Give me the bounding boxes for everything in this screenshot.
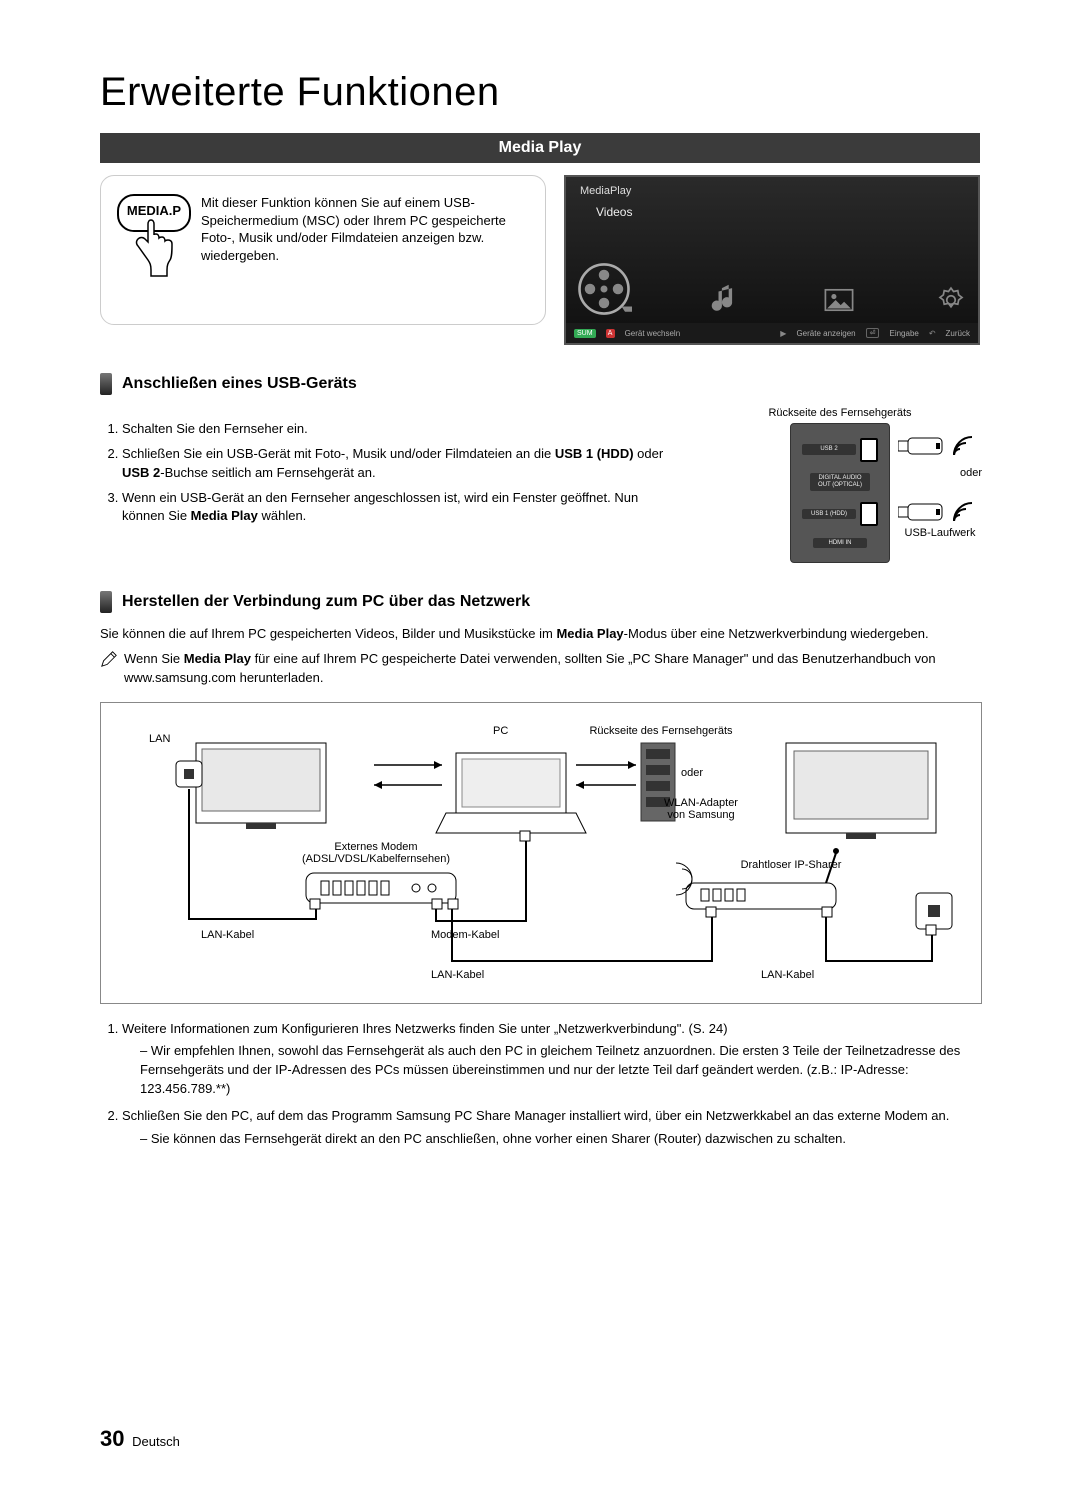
port-usb2-label: USB 2 [802, 444, 856, 455]
port-usb1-label: USB 1 (HDD) [802, 509, 856, 520]
rear-panel-diagram: Rückseite des Fernsehgeräts USB 2 DIGITA… [700, 407, 980, 563]
footer-step-1-sub-1: Wir empfehlen Ihnen, sowohl das Fernsehg… [140, 1042, 980, 1099]
diag-tv-rear-label: Rückseite des Fernsehgeräts [581, 725, 741, 737]
diag-lan-cable-3: LAN-Kabel [761, 969, 814, 981]
page-number: 30 Deutsch [100, 1426, 180, 1452]
footer-step-2: Schließen Sie den PC, auf dem das Progra… [122, 1107, 980, 1149]
page-title: Erweiterte Funktionen [100, 70, 980, 115]
a-button-badge: A [606, 329, 615, 338]
subhead-network: Herstellen der Verbindung zum PC über da… [100, 591, 980, 613]
wifi-arcs-icon [952, 501, 974, 523]
footer-step-2-sub-1: Sie können das Fernsehgerät direkt an de… [140, 1130, 980, 1149]
usb-step-2: Schließen Sie ein USB-Gerät mit Foto-, M… [122, 445, 680, 483]
network-paragraph: Sie können die auf Ihrem PC gespeicherte… [100, 625, 980, 644]
diag-wireless-sharer-label: Drahtloser IP-Sharer [721, 859, 861, 871]
film-reel-icon [576, 261, 632, 317]
page-number-value: 30 [100, 1426, 124, 1451]
show-devices-label: Geräte anzeigen [796, 329, 855, 338]
page-lang-label: Deutsch [132, 1434, 180, 1449]
diag-pc-label: PC [493, 725, 508, 737]
change-device-label: Gerät wechseln [625, 329, 681, 338]
diag-lan-label: LAN [149, 733, 170, 745]
network-diagram-svg [101, 703, 981, 1003]
diag-oder-label: oder [681, 767, 703, 779]
footer-steps: Weitere Informationen zum Konfigurieren … [100, 1020, 980, 1149]
section-title-bar: Media Play [100, 133, 980, 163]
manual-page: Erweiterte Funktionen Media Play MEDIA.P… [0, 0, 1080, 1494]
tv-app-title: MediaPlay [566, 177, 978, 197]
enter-label: Eingabe [889, 329, 918, 338]
subhead-network-text: Herstellen der Verbindung zum PC über da… [122, 593, 530, 611]
usb-step-3: Wenn ein USB-Gerät an den Fernseher ange… [122, 489, 680, 527]
rear-or-label: oder [960, 467, 982, 479]
footer-step-1-text: Weitere Informationen zum Konfigurieren … [122, 1021, 728, 1036]
tv-preview-panel: MediaPlay Videos SUM A [564, 175, 980, 345]
note-pencil-icon [100, 650, 118, 668]
music-note-icon [710, 283, 744, 317]
tv-menu-videos: Videos [566, 197, 978, 219]
sum-badge: SUM [574, 329, 596, 338]
network-note-text: Wenn Sie Media Play für eine auf Ihrem P… [124, 650, 980, 688]
subhead-usb-text: Anschließen eines USB-Geräts [122, 375, 357, 393]
network-note: Wenn Sie Media Play für eine auf Ihrem P… [100, 650, 980, 688]
port-hdmi-label: HDMI IN [813, 538, 867, 549]
usb-drive-label: USB-Laufwerk [900, 527, 980, 539]
intro-text: Mit dieser Funktion können Sie auf einem… [201, 190, 529, 310]
usb-stick-icon [898, 437, 948, 455]
tv-bottom-toolbar: SUM A Gerät wechseln ▶Geräte anzeigen ⏎E… [566, 323, 978, 343]
subhead-accent-bar [100, 373, 112, 395]
enter-badge: ⏎ [866, 328, 880, 338]
hand-pointer-icon [131, 218, 177, 278]
back-label: Zurück [946, 329, 970, 338]
network-diagram: LAN PC Rückseite des Fernsehgeräts oder … [100, 702, 982, 1004]
wifi-arcs-icon [952, 435, 974, 457]
gear-icon [934, 283, 968, 317]
diag-modem-cable: Modem-Kabel [431, 929, 499, 941]
subhead-usb: Anschließen eines USB-Geräts [100, 373, 980, 395]
diag-lan-cable-2: LAN-Kabel [431, 969, 484, 981]
port-optical-label: DIGITAL AUDIO OUT (OPTICAL) [810, 473, 870, 490]
diag-wlan-label: WLAN-Adapter von Samsung [656, 797, 746, 821]
photo-icon [822, 283, 856, 317]
intro-panel: MEDIA.P Mit dieser Funktion können Sie a… [100, 175, 546, 325]
usb-step-1: Schalten Sie den Fernseher ein. [122, 420, 680, 439]
usb-stick-icon [898, 503, 948, 521]
diag-ext-modem-label: Externes Modem (ADSL/VDSL/Kabelfernsehen… [251, 841, 501, 865]
footer-step-1: Weitere Informationen zum Konfigurieren … [122, 1020, 980, 1099]
rear-panel-title: Rückseite des Fernsehgeräts [700, 407, 980, 419]
diag-lan-cable-1: LAN-Kabel [201, 929, 254, 941]
intro-row: MEDIA.P Mit dieser Funktion können Sie a… [100, 175, 980, 345]
subhead-accent-bar [100, 591, 112, 613]
footer-step-2-text: Schließen Sie den PC, auf dem das Progra… [122, 1108, 949, 1123]
usb-steps-list: Schalten Sie den Fernseher ein. Schließe… [100, 420, 680, 550]
